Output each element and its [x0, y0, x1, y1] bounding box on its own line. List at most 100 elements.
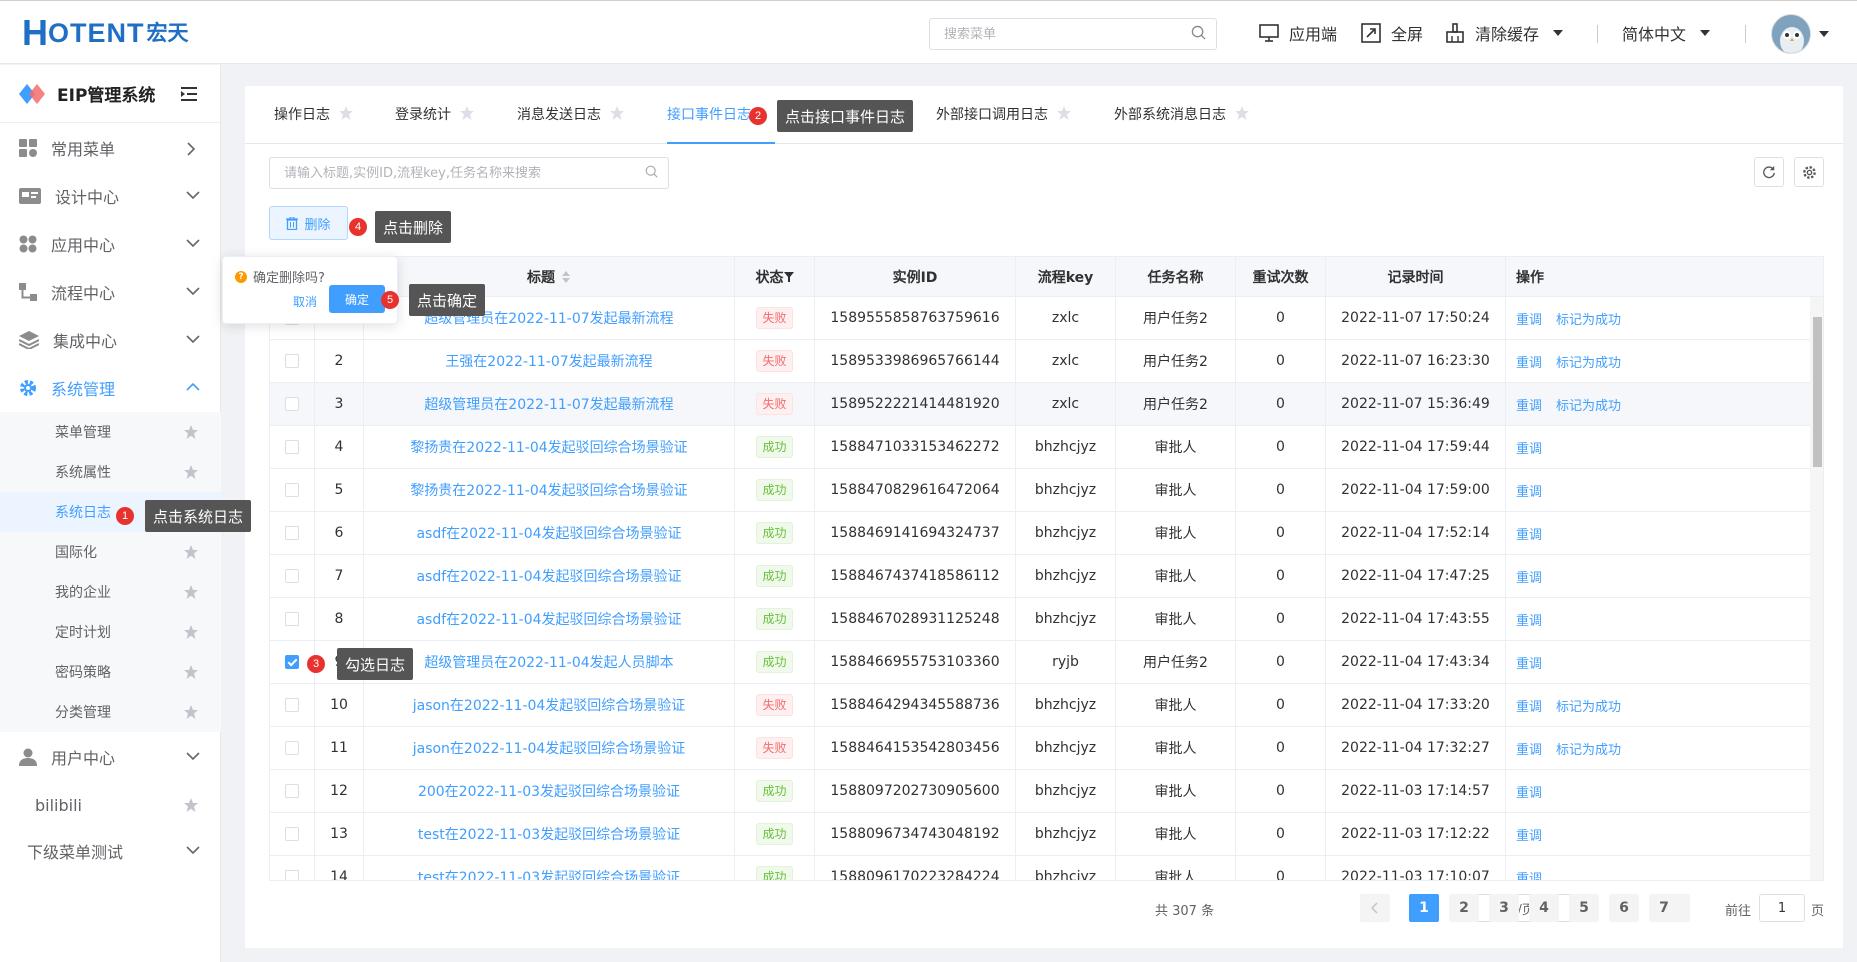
row-title-link-cell[interactable]: asdf在2022-11-04发起驳回综合场景验证: [364, 555, 735, 597]
status-header[interactable]: 状态: [735, 257, 815, 297]
row-title-link-cell[interactable]: 王强在2022-11-07发起最新流程: [364, 340, 735, 382]
row-title-link-cell[interactable]: 超级管理员在2022-11-04发起人员脚本: [364, 641, 735, 683]
row-checkbox[interactable]: [285, 870, 299, 880]
row-checkbox[interactable]: [285, 526, 299, 540]
sidebar-item-integration-center[interactable]: 集成中心: [0, 316, 221, 364]
sidebar-item-bilibili[interactable]: bilibili: [0, 783, 221, 827]
star-icon[interactable]: [183, 584, 199, 600]
retry-link[interactable]: 重调: [1516, 868, 1542, 881]
row-checkbox[interactable]: [285, 698, 299, 712]
menu-search-box[interactable]: [929, 18, 1217, 50]
table-scrollbar[interactable]: [1810, 297, 1823, 880]
table-row[interactable]: 11 jason在2022-11-04发起驳回综合场景验证 失败 1588464153…: [270, 727, 1823, 770]
row-title-link-cell[interactable]: 黎扬贵在2022-11-04发起驳回综合场景验证: [364, 469, 735, 511]
mark-success-link[interactable]: 标记为成功: [1556, 696, 1621, 715]
table-row[interactable]: 13 test在2022-11-03发起驳回综合场景验证 成功 15880967347…: [270, 813, 1823, 856]
search-icon[interactable]: [645, 165, 658, 182]
search-icon[interactable]: [1191, 25, 1206, 44]
tab-external-api-log[interactable]: 外部接口调用日志: [936, 104, 1072, 144]
row-select-cell[interactable]: [270, 383, 315, 425]
row-title-link[interactable]: 黎扬贵在2022-11-04发起驳回综合场景验证: [410, 437, 687, 457]
retry-link[interactable]: 重调: [1516, 610, 1542, 629]
star-icon[interactable]: [459, 105, 475, 121]
page-number-button[interactable]: 3: [1489, 894, 1519, 922]
tab-login-stats[interactable]: 登录统计: [395, 104, 475, 144]
language-selector[interactable]: 简体中文: [1622, 21, 1711, 45]
page-number-button[interactable]: 7: [1649, 894, 1679, 922]
tab-external-message-log[interactable]: 外部系统消息日志: [1114, 104, 1250, 144]
table-row[interactable]: 7 asdf在2022-11-04发起驳回综合场景验证 成功 158846743741…: [270, 555, 1823, 598]
sidebar-sub-item-menu-mgmt[interactable]: 菜单管理: [0, 412, 221, 452]
row-select-cell[interactable]: [270, 512, 315, 554]
row-title-link[interactable]: jason在2022-11-04发起驳回综合场景验证: [413, 738, 686, 758]
row-title-link[interactable]: asdf在2022-11-04发起驳回综合场景验证: [416, 523, 681, 543]
retry-link[interactable]: 重调: [1516, 696, 1542, 715]
row-title-link[interactable]: 超级管理员在2022-11-04发起人员脚本: [424, 652, 673, 672]
star-icon[interactable]: [183, 704, 199, 720]
menu-search-input[interactable]: [944, 26, 1191, 42]
star-icon[interactable]: [1234, 105, 1250, 121]
row-checkbox[interactable]: [285, 354, 299, 368]
row-title-link[interactable]: 黎扬贵在2022-11-04发起驳回综合场景验证: [410, 480, 687, 500]
star-icon[interactable]: [183, 464, 199, 480]
mark-success-link[interactable]: 标记为成功: [1556, 739, 1621, 758]
sidebar-item-sub-menu-test[interactable]: 下级菜单测试: [0, 827, 221, 875]
menu-fold-icon[interactable]: [181, 87, 197, 105]
sidebar-item-common-menu[interactable]: 常用菜单: [0, 124, 221, 172]
row-title-link[interactable]: asdf在2022-11-04发起驳回综合场景验证: [416, 566, 681, 586]
star-icon[interactable]: [609, 105, 625, 121]
sidebar-sub-item-schedule[interactable]: 定时计划: [0, 612, 221, 652]
table-row[interactable]: 14 test在2022-11-03发起驳回综合场景验证 成功 15880961702…: [270, 856, 1823, 881]
settings-button[interactable]: [1794, 157, 1824, 187]
delete-button[interactable]: 删除: [269, 206, 348, 240]
star-icon[interactable]: [183, 797, 199, 813]
row-title-link[interactable]: 王强在2022-11-07发起最新流程: [445, 351, 652, 371]
retry-link[interactable]: 重调: [1516, 438, 1542, 457]
page-number-button[interactable]: 6: [1609, 894, 1639, 922]
star-icon[interactable]: [183, 424, 199, 440]
table-row[interactable]: 12 200在2022-11-03发起驳回综合场景验证 成功 158809720273…: [270, 770, 1823, 813]
popconfirm-confirm-button[interactable]: 确定: [329, 285, 385, 313]
user-avatar[interactable]: [1771, 14, 1811, 54]
row-select-cell[interactable]: [270, 813, 315, 855]
sidebar-sub-item-my-company[interactable]: 我的企业: [0, 572, 221, 612]
scrollbar-thumb[interactable]: [1813, 317, 1822, 467]
row-title-link[interactable]: 超级管理员在2022-11-07发起最新流程: [424, 394, 673, 414]
row-select-cell[interactable]: [270, 770, 315, 812]
sidebar-item-user-center[interactable]: 用户中心: [0, 733, 221, 781]
row-checkbox[interactable]: [285, 827, 299, 841]
row-title-link[interactable]: test在2022-11-03发起驳回综合场景验证: [418, 867, 680, 880]
row-title-link-cell[interactable]: jason在2022-11-04发起驳回综合场景验证: [364, 684, 735, 726]
clear-cache-button[interactable]: 清除缓存: [1445, 21, 1564, 45]
row-title-link[interactable]: jason在2022-11-04发起驳回综合场景验证: [413, 695, 686, 715]
row-title-link[interactable]: asdf在2022-11-04发起驳回综合场景验证: [416, 609, 681, 629]
retry-link[interactable]: 重调: [1516, 352, 1542, 371]
table-row[interactable]: 6 asdf在2022-11-04发起驳回综合场景验证 成功 158846914169…: [270, 512, 1823, 555]
row-select-cell[interactable]: [270, 469, 315, 511]
row-checkbox[interactable]: [285, 612, 299, 626]
table-row[interactable]: 3 超级管理员在2022-11-07发起最新流程 失败 158952222141448…: [270, 383, 1823, 426]
row-select-cell[interactable]: [270, 856, 315, 880]
table-row[interactable]: 5 黎扬贵在2022-11-04发起驳回综合场景验证 成功 1588470829616…: [270, 469, 1823, 512]
star-icon[interactable]: [183, 544, 199, 560]
popconfirm-cancel-button[interactable]: 取消: [293, 293, 317, 310]
mark-success-link[interactable]: 标记为成功: [1556, 309, 1621, 328]
log-search-box[interactable]: [269, 157, 669, 189]
row-select-cell[interactable]: [270, 340, 315, 382]
sidebar-item-design-center[interactable]: 设计中心: [0, 172, 221, 220]
app-end-button[interactable]: 应用端: [1259, 21, 1337, 45]
table-row[interactable]: 9超级管理员在2022-11-04发起人员脚本成功158846695575310…: [270, 641, 1823, 684]
star-icon[interactable]: [183, 624, 199, 640]
row-title-link-cell[interactable]: 黎扬贵在2022-11-04发起驳回综合场景验证: [364, 426, 735, 468]
star-icon[interactable]: [1056, 105, 1072, 121]
row-title-link[interactable]: test在2022-11-03发起驳回综合场景验证: [418, 824, 680, 844]
row-checkbox[interactable]: [285, 655, 299, 669]
retry-link[interactable]: 重调: [1516, 395, 1542, 414]
row-checkbox[interactable]: [285, 741, 299, 755]
prev-page-button[interactable]: [1360, 894, 1390, 922]
log-search-input[interactable]: [284, 165, 645, 181]
table-row[interactable]: 2 王强在2022-11-07发起最新流程 失败 158953398696576614…: [270, 340, 1823, 383]
row-title-link-cell[interactable]: 超级管理员在2022-11-07发起最新流程: [364, 383, 735, 425]
table-row[interactable]: 8 asdf在2022-11-04发起驳回综合场景验证 成功 158846702893…: [270, 598, 1823, 641]
row-select-cell[interactable]: [270, 555, 315, 597]
